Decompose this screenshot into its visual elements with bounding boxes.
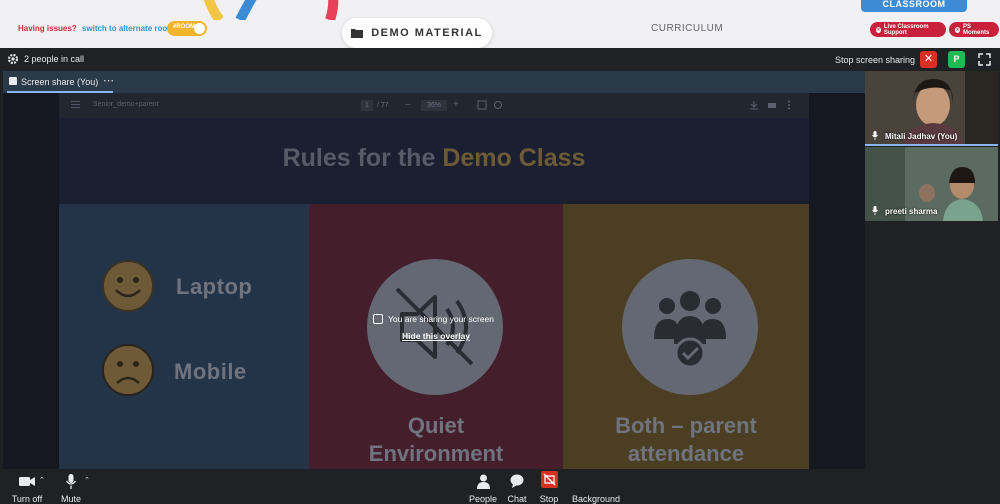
chevron-down-icon[interactable]: ⌃	[84, 476, 90, 484]
more-vert-icon[interactable]	[787, 100, 791, 110]
menu-icon[interactable]	[71, 101, 80, 108]
screen-share-tab-label: Screen share (You)	[21, 77, 99, 87]
person-icon	[476, 474, 490, 489]
call-header: 2 people in call Stop screen sharing ✕ P	[0, 48, 1000, 71]
background-label: Background	[571, 494, 621, 504]
more-options-icon[interactable]: ⋯	[103, 74, 114, 87]
smiley-face-icon	[102, 260, 154, 312]
pdf-toolbar: Senior_demo+parent 1 / 77 – 36% +	[59, 93, 809, 118]
presenter-badge[interactable]: P	[948, 51, 965, 68]
mic-label: Mute	[60, 494, 81, 504]
folder-icon	[351, 29, 364, 38]
slide-column-devices: Laptop Mobile	[59, 204, 309, 469]
print-icon[interactable]	[767, 100, 777, 110]
chat-button[interactable]: Chat	[505, 473, 529, 504]
close-circle-icon: ×	[876, 26, 881, 33]
brand-decoration	[203, 0, 339, 20]
video-camera-icon	[19, 476, 35, 486]
people-label: People	[468, 494, 498, 504]
camera-label: Turn off	[11, 494, 43, 504]
mic-icon	[872, 206, 878, 215]
sharing-notice-text: You are sharing your screen	[388, 314, 495, 324]
people-button[interactable]: People	[467, 473, 499, 504]
speaker-muted-icon	[395, 287, 474, 366]
screen-share-tab[interactable]: Screen share (You) ⋯	[3, 71, 865, 93]
stop-sharing-button[interactable]: Stop	[537, 471, 561, 504]
group-circle	[622, 259, 758, 395]
app-header: Having issues? switch to alternate room …	[0, 0, 1000, 48]
background-button[interactable]: Background	[570, 473, 622, 504]
live-support-label: Live Classroom Support	[883, 23, 929, 36]
slide-title: Rules for the Demo Class	[59, 144, 809, 173]
speaking-indicator	[865, 144, 998, 146]
live-support-button[interactable]: × Live Classroom Support	[870, 22, 946, 37]
zoom-in-icon[interactable]: +	[453, 99, 459, 110]
quiet-line-1: Quiet	[407, 413, 465, 438]
rotate-icon[interactable]	[493, 100, 503, 110]
hide-overlay-link[interactable]: Hide this overlay	[402, 331, 470, 341]
chevron-down-icon[interactable]: ⌃	[39, 476, 45, 484]
people-in-call-count: 2 people in call	[24, 54, 85, 64]
present-screen-icon	[373, 314, 383, 324]
demo-material-button[interactable]: DEMO MATERIAL	[342, 18, 492, 48]
participant-name: Mitali Jadhav (You)	[885, 132, 958, 141]
room-toggle-label: #ROOM	[173, 24, 196, 30]
attendance-line-1: Both – parent	[615, 413, 757, 438]
close-icon: ✕	[923, 53, 934, 65]
attendance-line-2: attendance	[627, 441, 745, 466]
zoom-out-icon[interactable]: –	[405, 99, 411, 110]
zoom-level[interactable]: 36%	[421, 100, 447, 111]
page-total: / 77	[377, 102, 389, 109]
group-check-icon	[654, 291, 726, 369]
page-number-input[interactable]: 1	[361, 100, 373, 111]
participant-name: preeti sharma	[885, 207, 938, 216]
issues-banner: Having issues? switch to alternate room	[18, 24, 174, 33]
stop-sharing-label: Stop screen sharing	[835, 55, 916, 65]
chat-label: Chat	[507, 494, 527, 504]
room-toggle[interactable]: #ROOM	[167, 21, 207, 36]
curriculum-link[interactable]: CURRICULUM	[651, 23, 723, 34]
mic-icon	[872, 131, 878, 140]
parent-attendance-label: Both – parent attendance	[563, 412, 809, 468]
gear-icon[interactable]	[7, 53, 19, 65]
chat-bubble-icon	[510, 474, 524, 488]
laptop-label: Laptop	[176, 274, 253, 299]
slide-title-prefix: Rules for the	[282, 144, 443, 172]
stop-sharing-close-button[interactable]: ✕	[920, 51, 937, 68]
fit-page-icon[interactable]	[477, 100, 487, 110]
present-screen-icon	[9, 77, 17, 85]
mic-button[interactable]: Mute	[58, 473, 84, 504]
toggle-knob	[194, 23, 205, 34]
quiet-line-2: Environment	[368, 441, 504, 466]
slide-column-attendance: Both – parent attendance	[563, 204, 809, 469]
mute-circle	[367, 259, 503, 395]
participant-tile-self[interactable]: Mitali Jadhav (You)	[865, 71, 998, 146]
quiet-environment-label: Quiet Environment	[309, 412, 563, 468]
ps-moments-button[interactable]: × PS Moments	[949, 22, 999, 37]
download-icon[interactable]	[749, 100, 759, 110]
demo-material-label: DEMO MATERIAL	[371, 27, 483, 39]
stop-presenting-icon	[540, 471, 558, 488]
sharing-notice: You are sharing your screen	[373, 314, 494, 324]
close-circle-icon: ×	[955, 26, 960, 33]
ps-moments-label: PS Moments	[963, 23, 990, 36]
pdf-viewer: Senior_demo+parent 1 / 77 – 36% + Rules …	[59, 93, 809, 469]
fullscreen-icon[interactable]	[978, 53, 991, 66]
meeting-window: 2 people in call Stop screen sharing ✕ P…	[0, 48, 1000, 504]
microphone-icon	[66, 473, 76, 489]
alternate-room-link[interactable]: switch to alternate room	[82, 24, 174, 33]
sad-face-icon	[102, 344, 154, 396]
stop-label: Stop	[539, 494, 559, 504]
classroom-tab[interactable]: CLASSROOM	[861, 0, 967, 12]
slide-title-highlight: Demo Class	[442, 144, 586, 172]
slide-header: Rules for the Demo Class	[59, 118, 809, 204]
shared-screen: Senior_demo+parent 1 / 77 – 36% + Rules …	[3, 93, 865, 469]
document-name: Senior_demo+parent	[93, 101, 159, 108]
mobile-label: Mobile	[174, 359, 247, 384]
participant-tile-other[interactable]: preeti sharma	[865, 147, 998, 221]
issues-text: Having issues?	[18, 24, 77, 33]
